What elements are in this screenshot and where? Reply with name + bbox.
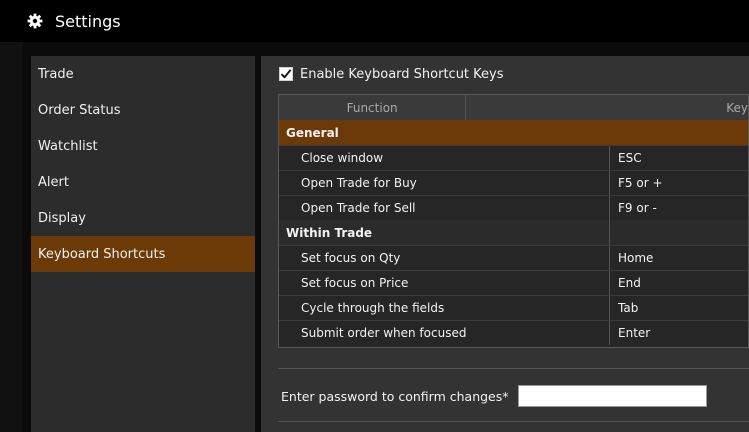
checkmark-icon: [280, 69, 292, 79]
function-cell: Open Trade for Sell: [279, 196, 610, 220]
key-cell: Tab: [618, 301, 639, 315]
password-label: Enter password to confirm changes*: [281, 388, 509, 404]
enable-shortcuts-row[interactable]: Enable Keyboard Shortcut Keys: [279, 64, 504, 84]
key-cell: F9 or -: [618, 201, 657, 215]
sidebar-item-alert[interactable]: Alert: [31, 164, 255, 200]
table-row[interactable]: Set focus on Qty Home: [279, 245, 748, 270]
table-row[interactable]: Close window ESC: [279, 145, 748, 170]
column-header-key[interactable]: Key: [466, 95, 748, 120]
table-row[interactable]: Submit order when focused Enter: [279, 320, 748, 345]
sidebar-item-order-status[interactable]: Order Status: [31, 92, 255, 128]
key-cell: Enter: [618, 326, 651, 340]
table-row[interactable]: Cycle through the fields Tab: [279, 295, 748, 320]
function-cell: Set focus on Qty: [279, 246, 610, 270]
key-cell: End: [618, 276, 641, 290]
function-cell: Submit order when focused: [279, 321, 610, 345]
key-cell: [610, 120, 748, 145]
table-row[interactable]: Open Trade for Sell F9 or -: [279, 195, 748, 220]
function-cell: Set focus on Price: [279, 271, 610, 295]
enable-shortcuts-checkbox[interactable]: [279, 67, 293, 81]
column-header-function[interactable]: Function: [279, 95, 467, 120]
table-header: Function Key: [279, 95, 748, 120]
enable-shortcuts-label: Enable Keyboard Shortcut Keys: [300, 66, 504, 82]
password-input[interactable]: [517, 385, 707, 407]
password-row: Enter password to confirm changes*: [281, 383, 707, 409]
key-cell: ESC: [618, 151, 642, 165]
key-cell: F5 or +: [618, 176, 663, 190]
sidebar-item-keyboard-shortcuts[interactable]: Keyboard Shortcuts: [31, 236, 255, 272]
table-row[interactable]: General: [279, 120, 748, 145]
key-cell: [610, 220, 748, 245]
function-cell: Open Trade for Buy: [279, 171, 610, 195]
sidebar-item-watchlist[interactable]: Watchlist: [31, 128, 255, 164]
shortcuts-table: Function Key General Close window ESC Op…: [278, 94, 749, 348]
window-frame: [0, 42, 22, 432]
table-row[interactable]: Open Trade for Buy F5 or +: [279, 170, 748, 195]
divider: [278, 368, 749, 369]
function-cell: General: [279, 120, 610, 145]
divider: [278, 421, 749, 422]
sidebar-item-trade[interactable]: Trade: [31, 56, 255, 92]
settings-sidebar: Trade Order Status Watchlist Alert Displ…: [31, 56, 255, 432]
key-cell: Home: [618, 251, 654, 265]
function-cell: Cycle through the fields: [279, 296, 610, 320]
function-cell: Within Trade: [279, 220, 610, 245]
sidebar-item-display[interactable]: Display: [31, 200, 255, 236]
table-row[interactable]: Within Trade: [279, 220, 748, 245]
gear-icon: [27, 13, 43, 29]
function-cell: Close window: [279, 146, 610, 170]
window-title: Settings: [55, 11, 121, 31]
table-row[interactable]: Set focus on Price End: [279, 270, 748, 295]
title-bar: Settings: [0, 0, 749, 42]
